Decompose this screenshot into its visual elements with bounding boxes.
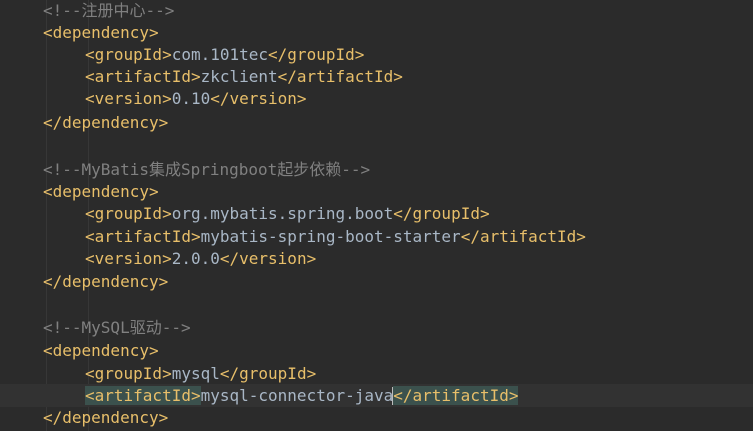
- xml-tag-open: <dependency>: [43, 341, 159, 360]
- xml-text: mybatis-spring-boot-starter: [200, 227, 461, 246]
- code-line[interactable]: <!--MySQL驱动-->: [0, 316, 753, 339]
- xml-tag-open: <dependency>: [43, 23, 159, 42]
- code-line[interactable]: <dependency>: [0, 180, 753, 203]
- xml-text: 2.0.0: [171, 249, 220, 268]
- xml-tag-open: <dependency>: [43, 182, 159, 201]
- code-line[interactable]: <artifactId>zkclient</artifactId>: [0, 65, 753, 88]
- xml-tag-close-highlighted: </artifactId>: [393, 386, 519, 405]
- xml-text: mysql: [171, 364, 220, 383]
- xml-tag-open: <artifactId>: [85, 227, 201, 246]
- xml-tag-close: </dependency>: [43, 408, 169, 427]
- code-line[interactable]: <artifactId>mybatis-spring-boot-starter<…: [0, 225, 753, 248]
- xml-comment: <!--MySQL驱动-->: [43, 318, 191, 337]
- code-line[interactable]: <groupId>org.mybatis.spring.boot</groupI…: [0, 202, 753, 225]
- xml-tag-close: </groupId>: [393, 204, 490, 223]
- xml-tag-close: </artifactId>: [460, 227, 586, 246]
- xml-tag-close: </dependency>: [43, 272, 169, 291]
- code-line[interactable]: <!--MyBatis集成Springboot起步依赖-->: [0, 158, 753, 181]
- code-line[interactable]: </dependency>: [0, 270, 753, 293]
- code-line[interactable]: <dependency>: [0, 339, 753, 362]
- code-line[interactable]: <groupId>com.101tec</groupId>: [0, 43, 753, 66]
- code-line[interactable]: </dependency>: [0, 111, 753, 134]
- xml-tag-open: <groupId>: [85, 45, 172, 64]
- xml-text: org.mybatis.spring.boot: [171, 204, 394, 223]
- xml-comment: <!--MyBatis集成Springboot起步依赖-->: [43, 160, 371, 179]
- code-line[interactable]: </dependency>: [0, 406, 753, 429]
- current-code-line[interactable]: <artifactId>mysql-connector-java</artifa…: [0, 384, 753, 407]
- xml-tag-open: <groupId>: [85, 364, 172, 383]
- code-line[interactable]: <groupId>mysql</groupId>: [0, 362, 753, 385]
- xml-tag-open: <artifactId>: [85, 67, 201, 86]
- xml-tag-close: </groupId>: [268, 45, 365, 64]
- code-editor[interactable]: <!--注册中心--> <dependency> <groupId>com.10…: [0, 0, 753, 431]
- code-line[interactable]: <!--注册中心-->: [0, 0, 753, 22]
- xml-text: mysql-connector-java: [200, 386, 394, 405]
- xml-tag-close: </artifactId>: [277, 67, 403, 86]
- xml-tag-open: <version>: [85, 89, 172, 108]
- xml-tag-close: </groupId>: [219, 364, 317, 383]
- xml-tag-close: </version>: [219, 249, 317, 268]
- code-line[interactable]: <version>0.10</version>: [0, 87, 753, 110]
- xml-tag-open-highlighted: <artifactId>: [85, 386, 201, 405]
- xml-tag-close: </dependency>: [43, 113, 169, 132]
- code-line[interactable]: <version>2.0.0</version>: [0, 247, 753, 270]
- xml-tag-open: <groupId>: [85, 204, 172, 223]
- xml-text: 0.10: [171, 89, 211, 108]
- xml-text: zkclient: [200, 67, 278, 86]
- xml-comment: <!--注册中心-->: [43, 1, 175, 20]
- xml-tag-open: <version>: [85, 249, 172, 268]
- xml-tag-close: </version>: [210, 89, 307, 108]
- code-line[interactable]: <dependency>: [0, 21, 753, 44]
- xml-text: com.101tec: [171, 45, 269, 64]
